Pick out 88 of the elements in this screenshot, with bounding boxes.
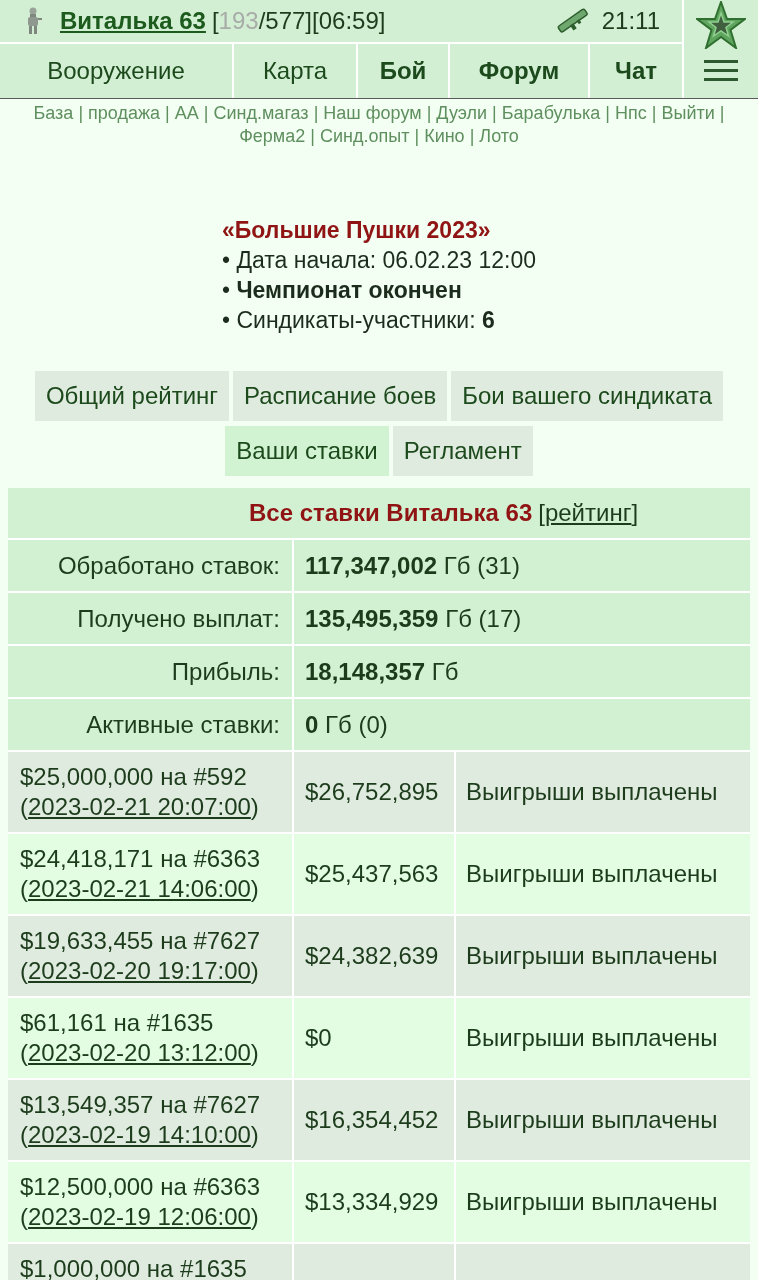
menu-icon [704, 60, 738, 82]
rating-bracket-text: [рейтинг] [538, 499, 639, 527]
tab[interactable]: Бои вашего синдиката [451, 371, 724, 421]
bet-date-text: (2023-02-21 20:07:00) [20, 792, 260, 822]
bet-text: $12,500,000 на #6363 [20, 1172, 262, 1202]
quick-link[interactable]: продажа [88, 103, 161, 123]
quick-link[interactable]: Лото [479, 126, 519, 146]
status-cell: Выигрыши выплачены [456, 834, 750, 914]
bet-date-text: (2023-02-20 19:17:00) [20, 956, 260, 986]
quick-link[interactable]: Кино [424, 126, 465, 146]
quick-link[interactable]: Синд.магаз [213, 103, 309, 123]
summary-value: 18,148,357 Гб [294, 646, 750, 697]
tab[interactable]: Регламент [392, 426, 533, 476]
bet-text: $24,418,171 на #6363 [20, 844, 262, 874]
date-link[interactable]: 2023-02-21 14:06:00 [28, 875, 251, 902]
summary-value: 0 Гб (0) [294, 699, 750, 750]
quick-link[interactable]: Нпс [615, 103, 647, 123]
summary-label: Обработано ставок: [8, 540, 292, 591]
summary-label: Получено выплат: [8, 593, 292, 644]
bet-date-text: (2023-02-19 14:10:00) [20, 1120, 260, 1150]
star-icon[interactable] [696, 1, 746, 49]
status-cell: Выигрыши выплачены [456, 916, 750, 996]
player-name-link[interactable]: Виталька 63 [60, 7, 206, 35]
quick-link[interactable]: Барабулька [501, 103, 601, 123]
bet-text: $1,000,000 на #1635 [20, 1254, 248, 1280]
tab[interactable]: Общий рейтинг [34, 371, 230, 421]
link-separator: | [492, 103, 497, 123]
bet-date-text: (2023-02-21 14:06:00) [20, 874, 260, 904]
quick-link[interactable]: АА [174, 103, 199, 123]
event-fact: • Чемпионат окончен [222, 276, 463, 305]
status-cell: Выигрыши выплачены [456, 1080, 750, 1160]
event-title: «Большие Пушки 2023» [222, 216, 492, 245]
summary-value: 117,347,002 Гб (31) [294, 540, 750, 591]
event-fact: • Синдикаты-участники: 6 [222, 306, 496, 335]
robot-icon [25, 7, 43, 35]
date-link[interactable]: 2023-02-21 20:07:00 [28, 793, 251, 820]
bet-date-text: (2023-02-20 13:12:00) [20, 1038, 260, 1068]
bet-date-text: (2023-02-19 12:06:00) [20, 1202, 260, 1232]
link-separator: | [469, 126, 475, 146]
payout-cell: $16,354,452 [294, 1080, 454, 1160]
clock-text: 21:11 [601, 7, 660, 35]
quick-link[interactable]: База [33, 103, 74, 123]
link-separator: | [426, 103, 432, 123]
menu-button[interactable] [704, 60, 738, 82]
link-separator: | [719, 103, 725, 123]
nav-tab[interactable]: Бой [358, 44, 448, 98]
bet-text: $13,549,357 на #7627 [20, 1090, 262, 1120]
link-separator: | [165, 103, 170, 123]
link-separator: | [313, 103, 319, 123]
summary-value: 135,495,359 Гб (17) [294, 593, 750, 644]
link-separator: | [310, 126, 315, 146]
tab[interactable]: Ваши ставки [225, 426, 389, 476]
quick-link[interactable]: Ферма2 [239, 126, 306, 146]
status-cell: Выигрыши выплачены [456, 752, 750, 832]
link-separator: | [651, 103, 657, 123]
date-link[interactable]: 2023-02-20 19:17:00 [28, 957, 251, 984]
status-cell: Выигрыши выплачены [456, 998, 750, 1078]
link-separator: | [78, 103, 84, 123]
status-cell: Выигрыши выплачены [456, 1162, 750, 1242]
quick-link[interactable]: Наш форум [323, 103, 422, 123]
player-stats-text: [193/577][06:59] [211, 7, 386, 35]
date-link[interactable]: 2023-02-19 14:10:00 [28, 1121, 251, 1148]
payout-cell: $26,752,895 [294, 752, 454, 832]
event-fact: • Дата начала: 06.02.23 12:00 [222, 246, 536, 275]
payout-cell: $13,334,929 [294, 1162, 454, 1242]
quick-link[interactable]: Синд.опыт [320, 126, 410, 146]
bet-text: $25,000,000 на #592 [20, 762, 248, 792]
nav-tab[interactable]: Форум [450, 44, 588, 98]
summary-label: Прибыль: [8, 646, 292, 697]
link-separator: | [414, 126, 420, 146]
date-link[interactable]: 2023-02-19 12:06:00 [28, 1203, 251, 1230]
payout-cell: $25,437,563 [294, 834, 454, 914]
payout-cell: $24,382,639 [294, 916, 454, 996]
bet-text: $61,161 на #1635 [20, 1008, 215, 1038]
nav-tab[interactable]: Карта [234, 44, 356, 98]
summary-label: Активные ставки: [8, 699, 292, 750]
nav-tab[interactable]: Вооружение [0, 44, 232, 98]
rating-link[interactable]: рейтинг [544, 499, 632, 526]
table-title: Все ставки Виталька 63 [249, 499, 533, 527]
link-separator: | [203, 103, 209, 123]
quick-link[interactable]: Дуэли [436, 103, 488, 123]
payout-cell: $0 [294, 998, 454, 1078]
bet-text: $19,633,455 на #7627 [20, 926, 262, 956]
quick-link[interactable]: Выйти [661, 103, 715, 123]
tab[interactable]: Расписание боев [233, 371, 448, 421]
link-separator: | [605, 103, 610, 123]
date-link[interactable]: 2023-02-20 13:12:00 [28, 1039, 251, 1066]
nav-tab[interactable]: Чат [590, 44, 682, 98]
